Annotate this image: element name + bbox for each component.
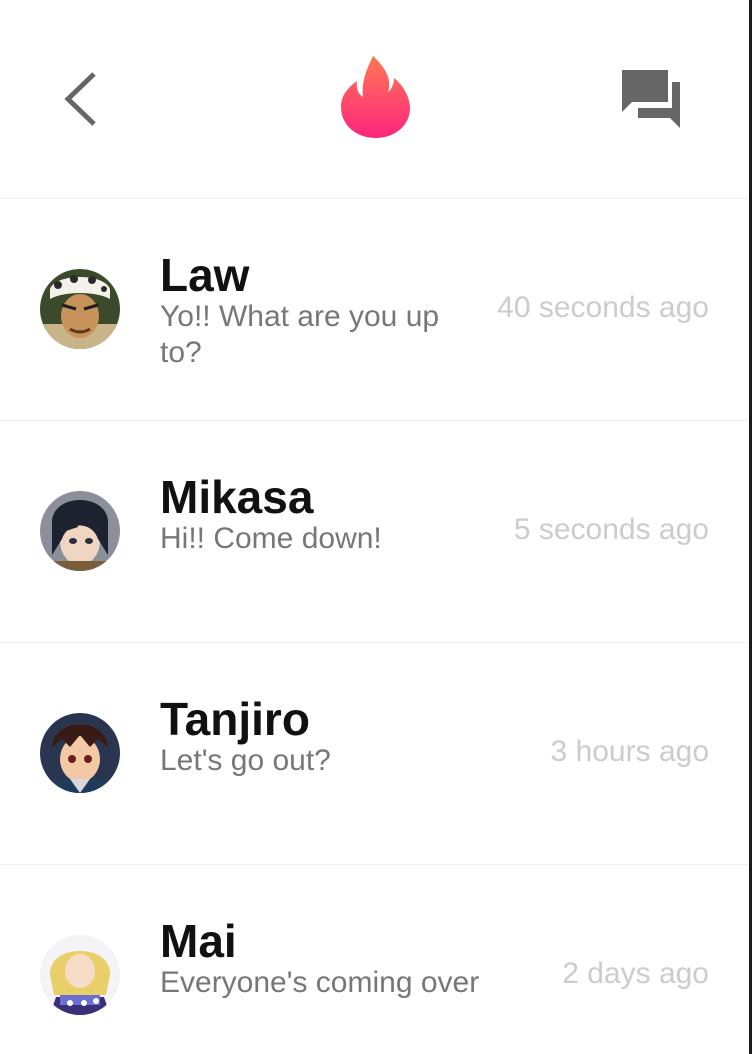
top-bar (0, 0, 749, 199)
message-timestamp: 2 days ago (562, 957, 709, 990)
message-preview: Hi!! Come down! (160, 522, 382, 555)
message-timestamp: 5 seconds ago (513, 513, 709, 546)
conversation-row[interactable]: Tanjiro Let's go out? 3 hours ago (0, 643, 749, 865)
avatar (40, 269, 120, 349)
contact-name: Tanjiro (160, 693, 310, 745)
message-preview: Yo!! What are you up to? (160, 300, 440, 369)
conversation-row[interactable]: Law Yo!! What are you up to? 40 seconds … (0, 199, 749, 421)
chat-bubbles-icon (622, 70, 680, 128)
conversation-row[interactable]: Mai Everyone's coming over 2 days ago (0, 865, 749, 1054)
contact-name: Mikasa (160, 471, 314, 523)
avatar (40, 713, 120, 793)
flame-logo-icon (336, 54, 414, 140)
avatar (40, 935, 120, 1015)
chats-screen: Law Yo!! What are you up to? 40 seconds … (0, 0, 752, 1054)
conversation-list: Law Yo!! What are you up to? 40 seconds … (0, 199, 749, 1054)
message-preview: Everyone's coming over (160, 966, 480, 999)
conversation-row[interactable]: Mikasa Hi!! Come down! 5 seconds ago (0, 421, 749, 643)
avatar (40, 491, 120, 571)
message-timestamp: 3 hours ago (550, 735, 709, 768)
contact-name: Law (160, 249, 250, 301)
message-timestamp: 40 seconds ago (497, 291, 709, 324)
messages-button[interactable] (614, 62, 688, 136)
message-preview: Let's go out? (160, 744, 331, 777)
contact-name: Mai (160, 915, 237, 967)
chevron-left-icon (64, 72, 96, 126)
back-button[interactable] (54, 62, 110, 136)
